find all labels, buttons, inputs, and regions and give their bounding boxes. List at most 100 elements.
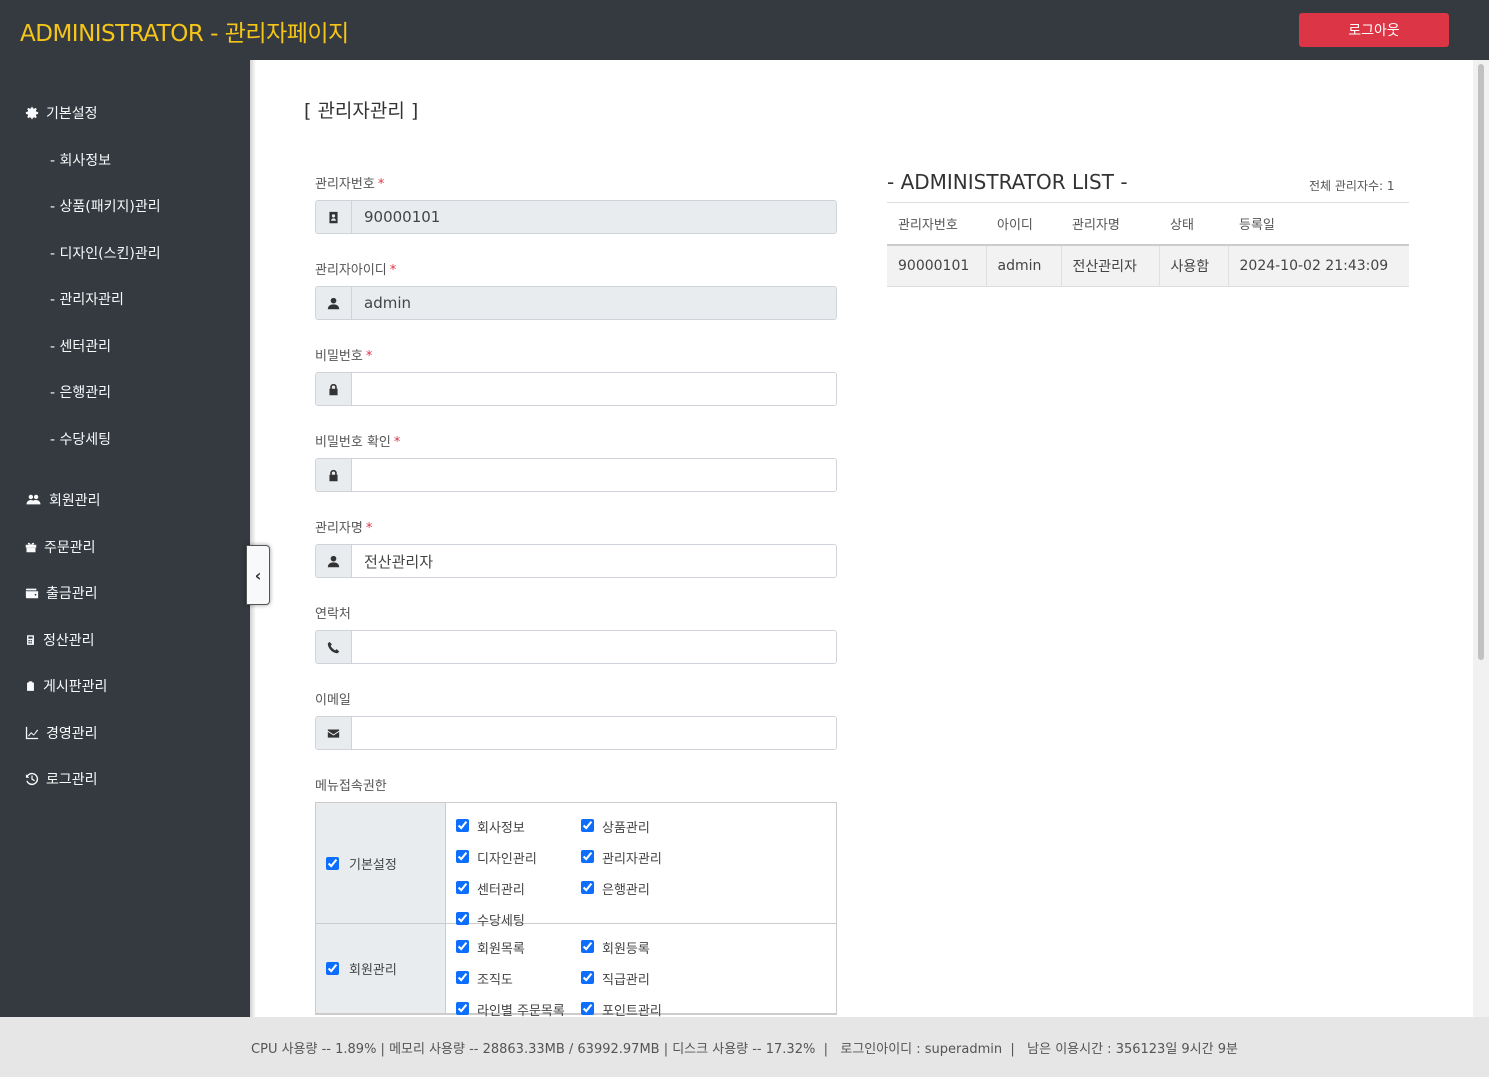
footer-status-bar: CPU 사용량 -- 1.89% | 메모리 사용량 -- 28863.33MB… — [0, 1017, 1489, 1077]
admin-number-label: 관리자번호 * — [315, 177, 385, 192]
lock-icon — [316, 373, 352, 405]
permission-option[interactable]: 회원등록 — [581, 936, 706, 967]
email-input[interactable] — [352, 717, 836, 749]
permission-option[interactable]: 직급관리 — [581, 967, 706, 998]
permissions-label: 메뉴접속권한 — [315, 779, 387, 794]
permission-checkbox[interactable] — [581, 881, 594, 894]
admin-id-group — [315, 286, 837, 320]
sidebar-item-label: 회원관리 — [49, 493, 101, 509]
sidebar-item-orders[interactable]: 주문관리 — [25, 537, 96, 557]
sidebar-item-members[interactable]: 회원관리 — [25, 490, 101, 510]
sidebar-item-logs[interactable]: 로그관리 — [25, 769, 98, 789]
sidebar-collapse-button[interactable]: ‹ — [246, 545, 270, 605]
sidebar-sub-product[interactable]: - 상품(패키지)관리 — [50, 196, 161, 216]
sidebar-item-label: 기본설정 — [46, 106, 98, 122]
permission-option[interactable]: 은행관리 — [581, 877, 706, 908]
admin-list-table: 관리자번호 아이디 관리자명 상태 등록일 90000101 admin 전산관… — [887, 202, 1409, 287]
user-icon — [316, 545, 352, 577]
users-icon — [26, 494, 41, 505]
sidebar-sub-admin[interactable]: - 관리자관리 — [50, 289, 124, 309]
password-input[interactable] — [352, 373, 836, 405]
sidebar-item-withdrawals[interactable]: 출금관리 — [25, 583, 98, 603]
table-cell: 전산관리자 — [1061, 244, 1160, 287]
envelope-icon — [316, 717, 352, 749]
phone-icon — [316, 631, 352, 663]
calculator-icon — [27, 635, 34, 645]
page-title: [ 관리자관리 ] — [304, 100, 419, 122]
admin-id-input[interactable] — [352, 287, 836, 319]
permission-option[interactable]: 센터관리 — [456, 877, 581, 908]
admin-count: 전체 관리자수: 1 — [1309, 179, 1395, 193]
top-bar: ADMINISTRATOR - 관리자페이지 로그아웃 — [0, 0, 1489, 60]
email-group — [315, 716, 837, 750]
permission-checkbox[interactable] — [581, 819, 594, 832]
permission-option[interactable]: 회원목록 — [456, 936, 581, 967]
clipboard-icon — [27, 681, 34, 691]
permission-checkbox[interactable] — [581, 1002, 594, 1015]
admin-number-group — [315, 200, 837, 234]
sidebar-item-label: 정산관리 — [43, 633, 95, 649]
sidebar: 기본설정 - 회사정보 - 상품(패키지)관리 - 디자인(스킨)관리 - 관리… — [0, 60, 250, 1017]
sidebar-shadow — [250, 60, 256, 1017]
permission-options: 회원목록 회원등록 조직도 직급관리 라인별 주문목록 포인트관리 — [446, 924, 836, 1019]
permission-checkbox[interactable] — [581, 940, 594, 953]
permission-group-checkbox[interactable] — [326, 962, 339, 975]
contact-label: 연락처 — [315, 607, 351, 622]
chart-line-icon — [25, 726, 39, 740]
sidebar-sub-bank[interactable]: - 은행관리 — [50, 382, 111, 402]
sidebar-item-label: 게시판관리 — [43, 679, 108, 695]
main-scrollbar[interactable] — [1473, 60, 1489, 1017]
sidebar-item-label: 주문관리 — [44, 540, 96, 556]
wallet-icon — [25, 588, 39, 599]
permission-option[interactable]: 관리자관리 — [581, 846, 706, 877]
permission-options: 회사정보 상품관리 디자인관리 관리자관리 센터관리 은행관리 수당세팅 — [446, 803, 836, 929]
permission-checkbox[interactable] — [456, 1002, 469, 1015]
contact-input[interactable] — [352, 631, 836, 663]
sidebar-sub-company-info[interactable]: - 회사정보 — [50, 150, 111, 170]
permission-checkbox[interactable] — [456, 819, 469, 832]
admin-name-label: 관리자명 * — [315, 521, 373, 536]
sidebar-item-board[interactable]: 게시판관리 — [25, 676, 107, 696]
table-header-row: 관리자번호 아이디 관리자명 상태 등록일 — [887, 202, 1409, 246]
permission-option[interactable]: 조직도 — [456, 967, 581, 998]
scrollbar-thumb[interactable] — [1478, 64, 1484, 660]
password-confirm-input[interactable] — [352, 459, 836, 491]
logout-button[interactable]: 로그아웃 — [1299, 13, 1449, 47]
permission-row-members: 회원관리 회원목록 회원등록 조직도 직급관리 라인별 주문목록 포인트관리 — [316, 924, 836, 1019]
password-label: 비밀번호 * — [315, 349, 373, 364]
column-header: 아이디 — [986, 202, 1061, 246]
chevron-left-icon: ‹ — [254, 565, 262, 585]
permission-row-basic: 기본설정 회사정보 상품관리 디자인관리 관리자관리 센터관리 은행관리 수당세… — [316, 803, 836, 929]
sidebar-sub-design[interactable]: - 디자인(스킨)관리 — [50, 243, 161, 263]
admin-number-input[interactable] — [352, 201, 836, 233]
password-group — [315, 372, 837, 406]
sidebar-item-settlement[interactable]: 정산관리 — [25, 630, 95, 650]
gear-icon — [25, 106, 39, 120]
sidebar-item-label: 출금관리 — [46, 586, 98, 602]
sidebar-sub-allowance[interactable]: - 수당세팅 — [50, 429, 111, 449]
permission-checkbox[interactable] — [456, 971, 469, 984]
table-row[interactable]: 90000101 admin 전산관리자 사용함 2024-10-02 21:4… — [887, 244, 1409, 287]
permission-checkbox[interactable] — [456, 940, 469, 953]
permission-option[interactable]: 상품관리 — [581, 815, 706, 846]
table-cell: 90000101 — [887, 244, 987, 287]
email-label: 이메일 — [315, 693, 351, 708]
permission-option[interactable]: 회사정보 — [456, 815, 581, 846]
table-cell: admin — [986, 244, 1062, 287]
permission-checkbox[interactable] — [581, 971, 594, 984]
permission-option[interactable]: 디자인관리 — [456, 846, 581, 877]
sidebar-item-basic-settings[interactable]: 기본설정 — [25, 103, 98, 123]
permission-checkbox[interactable] — [456, 881, 469, 894]
history-icon — [25, 772, 39, 786]
permissions-table: 기본설정 회사정보 상품관리 디자인관리 관리자관리 센터관리 은행관리 수당세… — [315, 802, 837, 1019]
permission-checkbox[interactable] — [581, 850, 594, 863]
sidebar-item-management[interactable]: 경영관리 — [25, 723, 98, 743]
permission-group-checkbox[interactable] — [326, 856, 339, 870]
permission-group-basic: 기본설정 — [316, 803, 446, 923]
admin-name-input[interactable] — [352, 545, 836, 577]
gift-icon — [25, 542, 37, 553]
id-card-icon — [316, 201, 352, 233]
sidebar-sub-center[interactable]: - 센터관리 — [50, 336, 111, 356]
app-title: ADMINISTRATOR - 관리자페이지 — [20, 21, 349, 47]
permission-checkbox[interactable] — [456, 850, 469, 863]
